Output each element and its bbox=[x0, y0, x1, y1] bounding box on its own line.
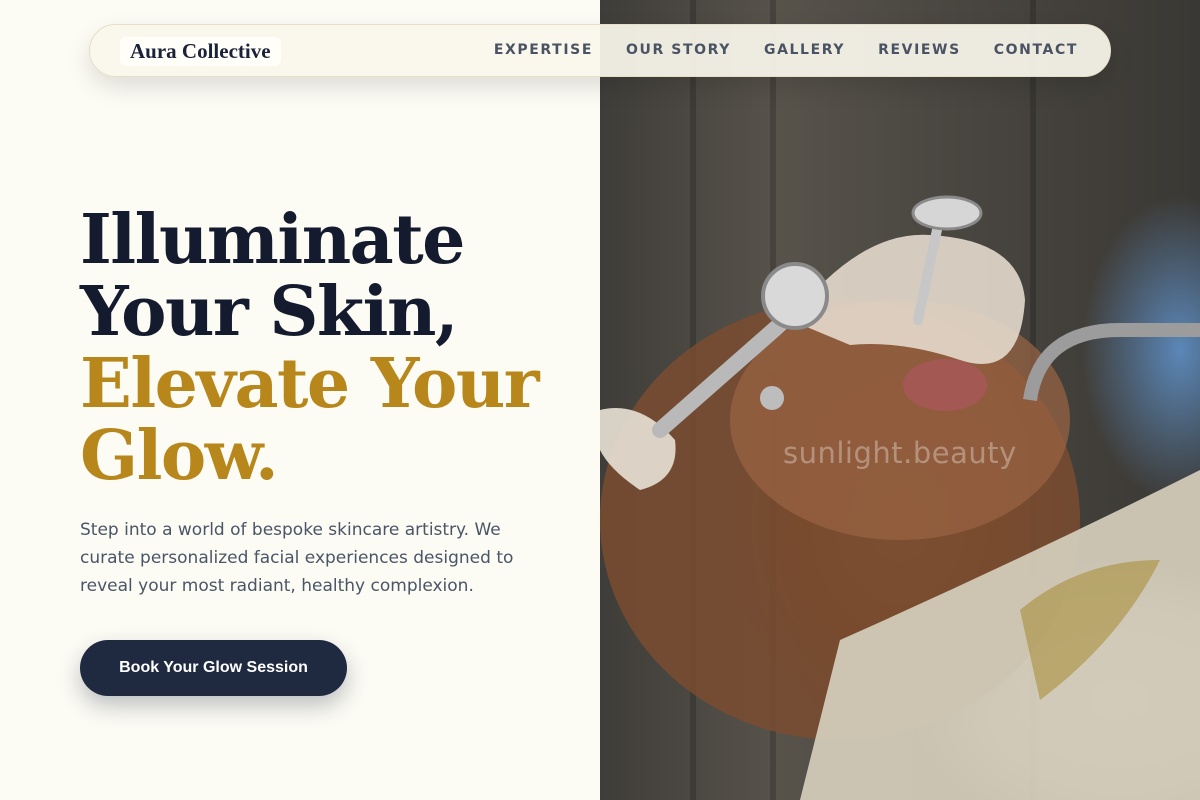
nav-links: EXPERTISE OUR STORY GALLERY REVIEWS CONT… bbox=[494, 42, 1078, 58]
brand-logo[interactable]: Aura Collective bbox=[120, 37, 281, 66]
nav-link-our-story[interactable]: OUR STORY bbox=[626, 42, 731, 58]
hero-heading-line-4: Glow. bbox=[80, 416, 279, 496]
hero-photo-facial-treatment: sunlight.beauty bbox=[600, 0, 1200, 800]
hero-heading-line-1: Illuminate bbox=[80, 200, 465, 280]
nav-link-expertise[interactable]: EXPERTISE bbox=[494, 42, 593, 58]
photo-watermark: sunlight.beauty bbox=[783, 436, 1017, 470]
book-session-button[interactable]: Book Your Glow Session bbox=[80, 640, 347, 696]
top-navigation: Aura Collective EXPERTISE OUR STORY GALL… bbox=[89, 24, 1111, 77]
hero-heading-line-3: Elevate Your bbox=[80, 344, 540, 424]
photo-illustration bbox=[600, 195, 1200, 800]
hero-description: Step into a world of bespoke skincare ar… bbox=[80, 520, 514, 596]
hero-heading-line-2: Your Skin, bbox=[80, 272, 459, 352]
nav-link-gallery[interactable]: GALLERY bbox=[764, 42, 845, 58]
hero-heading: Illuminate Your Skin, Elevate Your Glow. bbox=[80, 204, 580, 492]
nav-link-reviews[interactable]: REVIEWS bbox=[878, 42, 961, 58]
nav-link-contact[interactable]: CONTACT bbox=[994, 42, 1078, 58]
